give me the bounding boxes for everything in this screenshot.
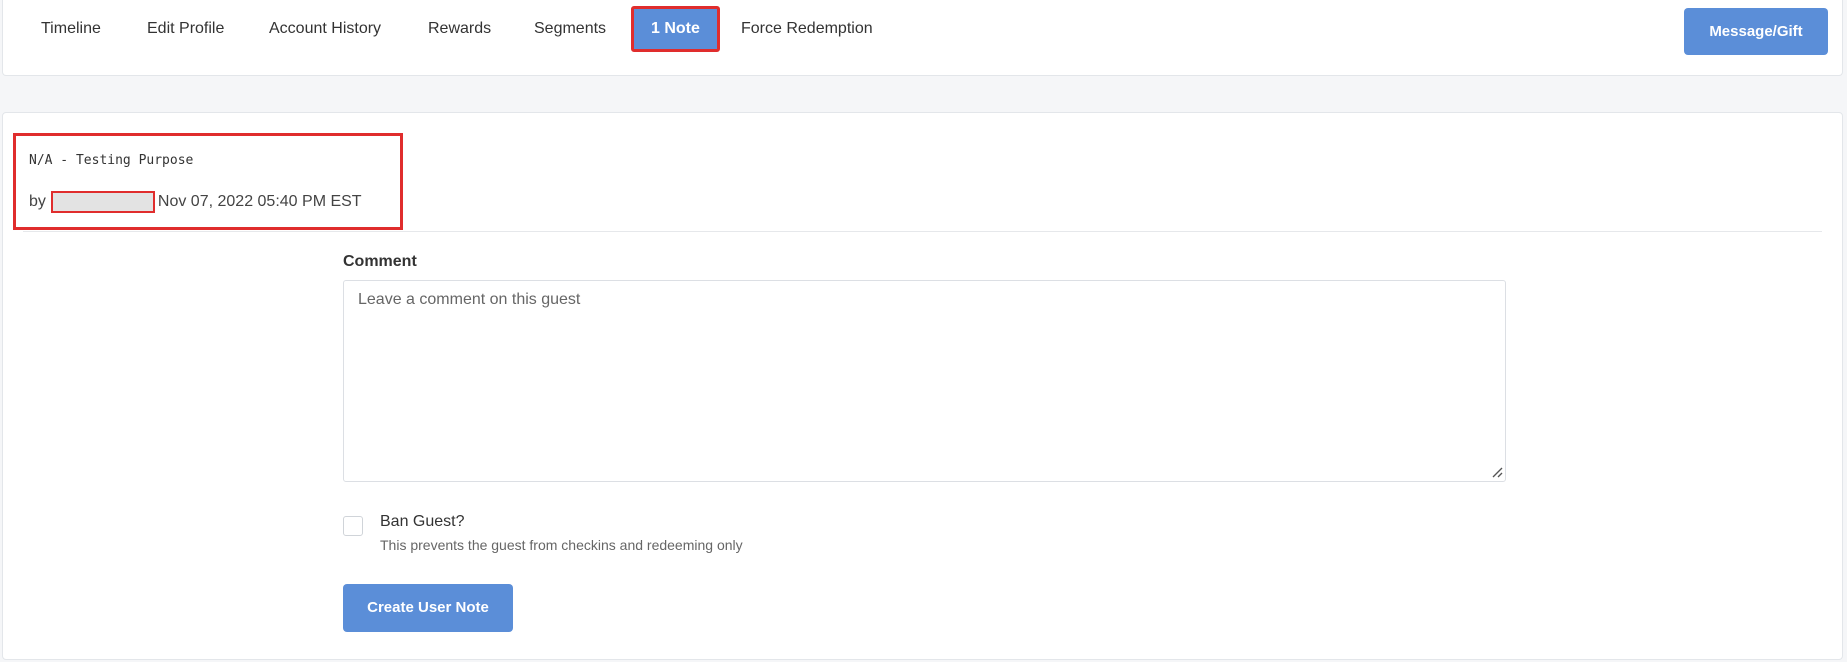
- comment-label: Comment: [343, 253, 417, 270]
- tab-segments[interactable]: Segments: [518, 6, 622, 52]
- ban-guest-help-text: This prevents the guest from checkins an…: [380, 537, 743, 553]
- create-user-note-button[interactable]: Create User Note: [343, 584, 513, 632]
- tab-timeline[interactable]: Timeline: [25, 6, 117, 52]
- tab-notes[interactable]: 1 Note: [631, 6, 720, 52]
- tab-force-redemption[interactable]: Force Redemption: [725, 6, 889, 52]
- section-divider: [23, 231, 1822, 232]
- note-meta: by Nov 07, 2022 05:40 PM EST: [29, 191, 362, 213]
- redacted-author-name: [50, 191, 155, 213]
- note-by-label: by: [29, 193, 46, 210]
- ban-guest-checkbox[interactable]: [343, 516, 363, 536]
- note-entry: N/A - Testing Purpose by Nov 07, 2022 05…: [13, 133, 403, 230]
- ban-guest-label[interactable]: Ban Guest?: [380, 513, 465, 531]
- notes-panel: N/A - Testing Purpose by Nov 07, 2022 05…: [2, 112, 1843, 660]
- note-text: N/A - Testing Purpose: [29, 153, 194, 168]
- tab-edit-profile[interactable]: Edit Profile: [131, 6, 240, 52]
- message-gift-button[interactable]: Message/Gift: [1684, 8, 1828, 55]
- comment-textarea[interactable]: [343, 280, 1506, 482]
- resize-handle-icon[interactable]: [1491, 466, 1503, 478]
- tab-rewards[interactable]: Rewards: [412, 6, 507, 52]
- tab-account-history[interactable]: Account History: [253, 6, 397, 52]
- note-timestamp: Nov 07, 2022 05:40 PM EST: [157, 193, 362, 210]
- profile-tab-bar: Timeline Edit Profile Account History Re…: [2, 0, 1843, 76]
